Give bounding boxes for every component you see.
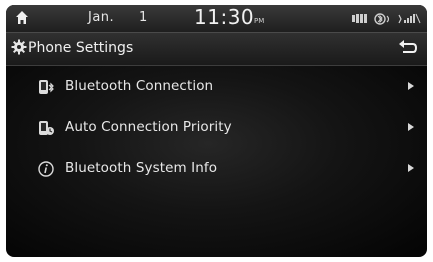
menu-item-auto-connection-priority[interactable]: Auto Connection Priority [6, 109, 427, 147]
title-bar: Phone Settings [6, 33, 427, 66]
chevron-right-icon [408, 82, 414, 90]
clock-ampm: PM [254, 17, 265, 25]
battery-icon [352, 14, 367, 23]
menu-item-bluetooth-system-info[interactable]: Bluetooth System Info [6, 150, 427, 188]
menu-item-bluetooth-connection[interactable]: Bluetooth Connection [6, 68, 427, 106]
menu-item-label: Bluetooth Connection [65, 78, 214, 94]
status-bar: Jan. 1 11:30 PM [6, 5, 427, 33]
screen: Jan. 1 11:30 PM Phone Settings Bluetooth… [6, 5, 427, 257]
chevron-right-icon [408, 123, 414, 131]
bluetooth-phone-icon [39, 80, 54, 94]
signal-icon [398, 13, 421, 24]
info-icon [38, 161, 54, 177]
home-icon[interactable] [15, 10, 29, 25]
date-day: 1 [139, 10, 148, 25]
gear-icon [11, 39, 27, 55]
back-button[interactable] [394, 37, 420, 59]
auto-connection-icon [39, 121, 54, 135]
date-month: Jan. [88, 10, 115, 25]
chevron-right-icon [408, 164, 414, 172]
status-icons [352, 13, 421, 25]
menu-item-label: Bluetooth System Info [65, 160, 218, 176]
bluetooth-audio-icon [374, 13, 390, 25]
menu-item-label: Auto Connection Priority [65, 119, 232, 135]
page-title: Phone Settings [28, 40, 134, 56]
clock-time: 11:30 [194, 5, 255, 29]
